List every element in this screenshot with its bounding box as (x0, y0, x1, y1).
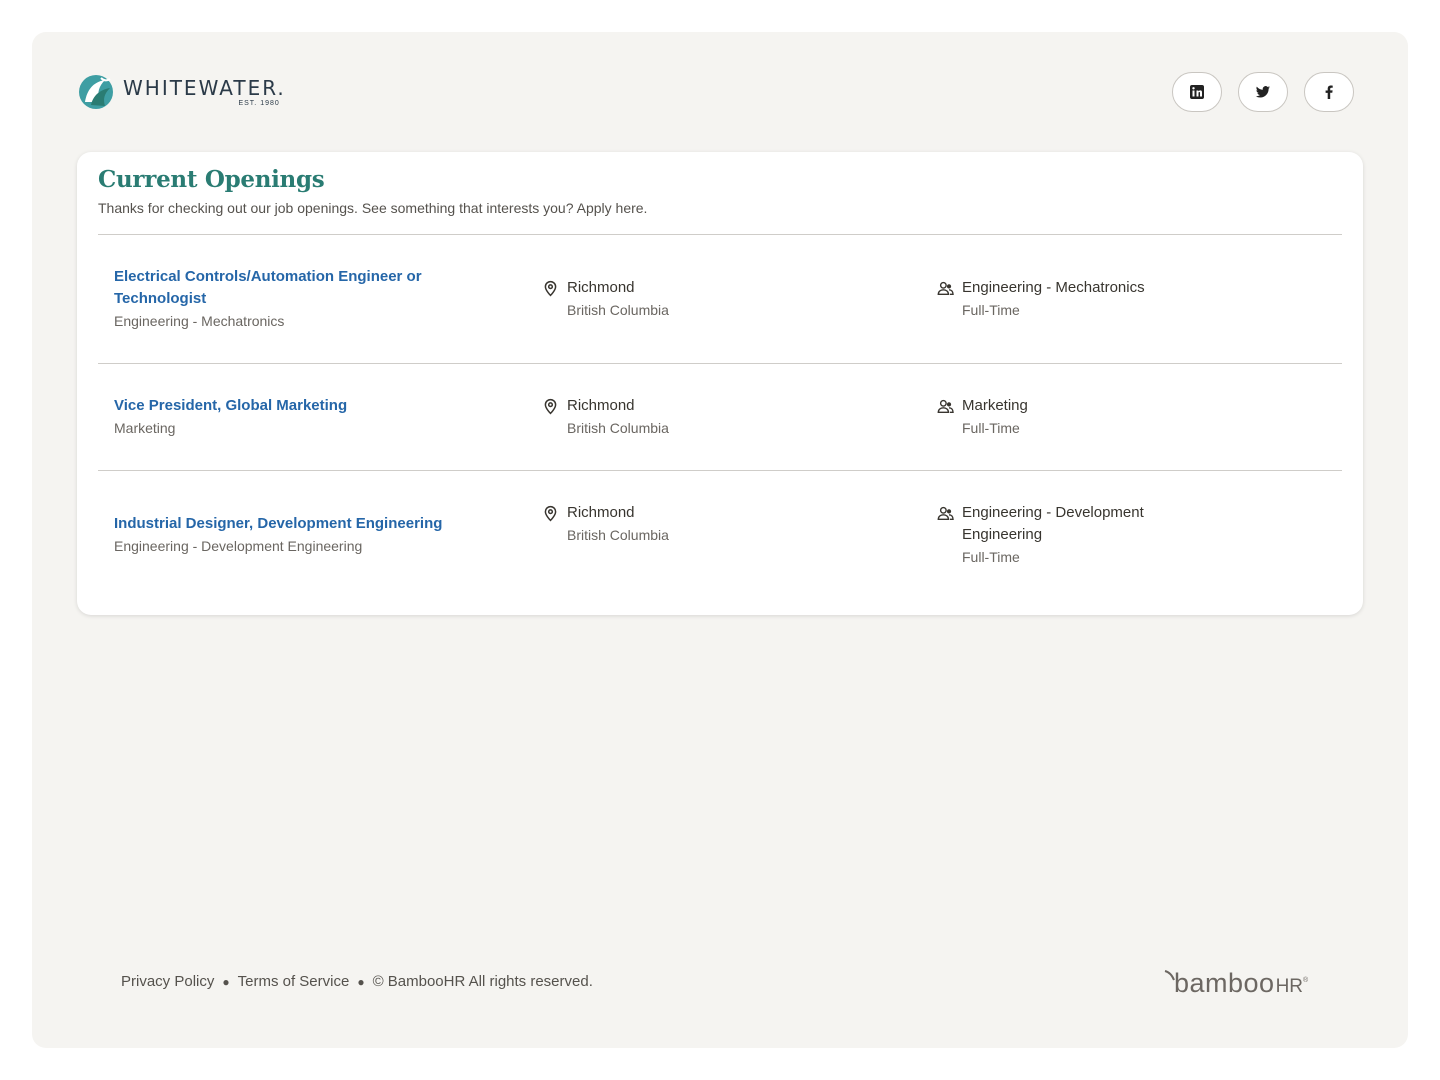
logo-wordmark: WHITEWATER. (123, 76, 286, 100)
divider (98, 470, 1342, 471)
page-frame: WHITEWATER. EST. 1980 Current Openings T… (32, 32, 1408, 1048)
job-city: Richmond (567, 279, 635, 296)
people-icon (937, 399, 954, 414)
page-title: Current Openings (98, 166, 325, 193)
separator-dot: ● (222, 974, 230, 989)
bamboo-wordmark: bamboo (1174, 968, 1275, 998)
job-department: Marketing (114, 420, 176, 436)
job-team: Marketing Full-Time (937, 395, 1028, 439)
facebook-button[interactable] (1304, 72, 1354, 112)
job-type: Full-Time (962, 549, 1020, 565)
bamboohr-logo[interactable]: bamboo HR ® (1162, 967, 1308, 999)
openings-card: Current Openings Thanks for checking out… (77, 152, 1363, 615)
job-department-team: Engineering - Development (962, 504, 1144, 521)
linkedin-icon (1190, 85, 1204, 99)
job-region: British Columbia (567, 302, 669, 318)
job-department: Engineering - Development Engineering (114, 538, 363, 554)
job-type: Full-Time (962, 420, 1020, 436)
job-title-col: Industrial Designer, Development Enginee… (114, 513, 442, 557)
footer: Privacy Policy ● Terms of Service ● © Ba… (121, 973, 593, 990)
divider (98, 234, 1342, 235)
job-title-col: Vice President, Global Marketing Marketi… (114, 395, 347, 439)
job-location: Richmond British Columbia (542, 277, 669, 321)
job-region: British Columbia (567, 527, 669, 543)
page-subtitle: Thanks for checking out our job openings… (98, 200, 648, 216)
twitter-button[interactable] (1238, 72, 1288, 112)
social-links (1172, 72, 1354, 112)
terms-of-service-link[interactable]: Terms of Service (238, 973, 350, 990)
divider (98, 363, 1342, 364)
bamboo-leaf-icon (1164, 970, 1175, 981)
linkedin-button[interactable] (1172, 72, 1222, 112)
job-department-team: Engineering - Mechatronics (962, 279, 1145, 296)
hr-wordmark: HR (1275, 976, 1304, 997)
job-title-link[interactable]: Electrical Controls/Automation Engineer … (114, 266, 422, 310)
twitter-icon (1255, 86, 1270, 98)
people-icon (937, 506, 954, 521)
wave-logo-icon (79, 75, 113, 109)
job-title-col: Electrical Controls/Automation Engineer … (114, 266, 422, 332)
registered-mark: ® (1303, 977, 1309, 984)
job-city: Richmond (567, 397, 635, 414)
people-icon (937, 281, 954, 296)
job-department-team: Marketing (962, 397, 1028, 414)
job-title-link[interactable]: Industrial Designer, Development Enginee… (114, 513, 442, 535)
copyright-text: © BambooHR All rights reserved. (372, 973, 593, 990)
job-title-link[interactable]: Vice President, Global Marketing (114, 395, 347, 417)
facebook-icon (1325, 85, 1333, 99)
company-logo[interactable]: WHITEWATER. EST. 1980 (77, 72, 286, 112)
location-pin-icon (544, 505, 557, 522)
job-city: Richmond (567, 504, 635, 521)
job-title-line: Electrical Controls/Automation Engineer … (114, 268, 422, 285)
job-department-team-cont: Engineering (962, 526, 1043, 543)
job-title-line: Technologist (114, 290, 207, 307)
logo-text: WHITEWATER. EST. 1980 (123, 77, 286, 107)
location-pin-icon (544, 398, 557, 415)
separator-dot: ● (357, 974, 365, 989)
job-team: Engineering - Development Engineering Fu… (937, 502, 1144, 568)
location-pin-icon (544, 280, 557, 297)
job-location: Richmond British Columbia (542, 395, 669, 439)
job-region: British Columbia (567, 420, 669, 436)
job-department: Engineering - Mechatronics (114, 313, 285, 329)
privacy-policy-link[interactable]: Privacy Policy (121, 973, 214, 990)
logo-established: EST. 1980 (238, 100, 280, 107)
job-team: Engineering - Mechatronics Full-Time (937, 277, 1145, 321)
job-location: Richmond British Columbia (542, 502, 669, 546)
job-type: Full-Time (962, 302, 1020, 318)
